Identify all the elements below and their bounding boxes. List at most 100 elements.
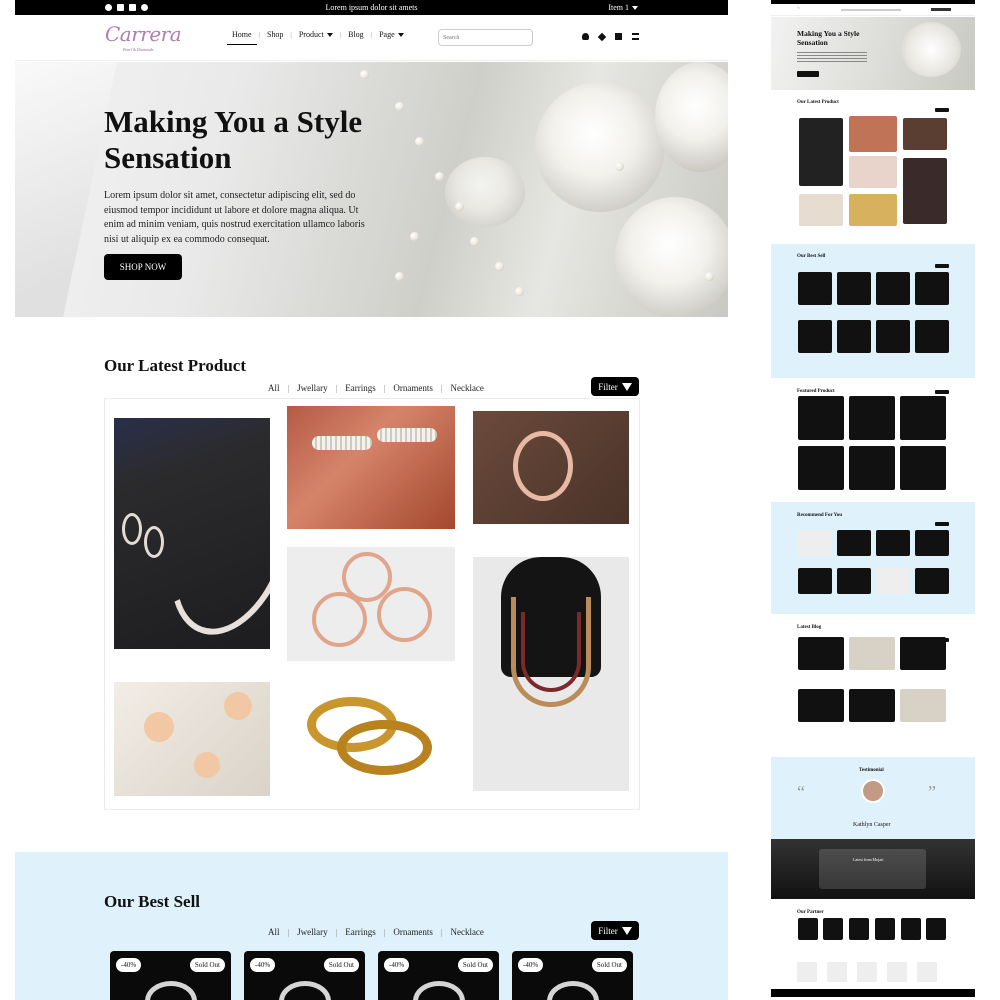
thumb-product-card <box>798 530 832 556</box>
cart-icon[interactable] <box>615 33 622 40</box>
thumb-blog-card <box>849 637 895 670</box>
thumb-product-card <box>876 320 910 353</box>
ring-shape <box>513 431 573 501</box>
thumb-product-image <box>903 158 947 224</box>
thumb-section-title: Our Best Sell <box>797 254 826 259</box>
thumb-section-title: Recommend For You <box>797 513 842 518</box>
item-selector[interactable]: Item 1 <box>608 3 638 12</box>
nav-item-blog[interactable]: Blog <box>341 30 371 39</box>
filter-tab-earrings[interactable]: Earrings <box>337 383 384 393</box>
thumb-partner-logo <box>798 918 818 940</box>
thumb-testimonial: Testimonial “ ” Kathlyn Casper <box>771 757 975 839</box>
thumb-product-image <box>799 118 843 186</box>
product-image-bridal-necklace[interactable] <box>473 557 629 791</box>
nav-item-page[interactable]: Page <box>372 30 411 39</box>
filter-tab-all[interactable]: All <box>260 927 288 937</box>
thumb-partner-logo <box>849 918 869 940</box>
thumb-product-card <box>798 568 832 594</box>
product-card[interactable]: -40% Sold Out <box>378 951 499 1000</box>
thumb-latest-blog: Latest Blog <box>771 622 975 747</box>
logo-tagline: Pearl & Diamonds <box>123 47 154 52</box>
nav-item-shop[interactable]: Shop <box>260 30 290 39</box>
product-card[interactable]: -40% Sold Out <box>512 951 633 1000</box>
logo-text: Carrera <box>105 22 182 46</box>
instagram-icon[interactable] <box>117 4 124 11</box>
facebook-icon[interactable] <box>105 4 112 11</box>
filter-tab-earrings[interactable]: Earrings <box>337 927 384 937</box>
menu-list-icon[interactable] <box>632 33 639 40</box>
heart-icon[interactable] <box>597 32 607 41</box>
product-image-anklets[interactable] <box>287 406 455 529</box>
product-card[interactable]: -40% Sold Out <box>244 951 365 1000</box>
thumb-logo: ~ <box>797 6 801 12</box>
ring-image <box>413 981 465 1000</box>
nav-item-home[interactable]: Home <box>225 30 259 45</box>
hero-description: Lorem ipsum dolor sit amet, consectetur … <box>104 190 365 245</box>
nav-label: Home <box>232 30 252 39</box>
thumb-testimonial-name: Kathlyn Casper <box>853 822 891 828</box>
logo[interactable]: Carrera Pearl & Diamonds <box>105 22 182 54</box>
thumb-hero-text <box>797 52 867 64</box>
thumb-filter-button <box>935 108 949 112</box>
thumb-nav-items <box>841 9 901 11</box>
earring-shape <box>144 526 164 558</box>
filter-button[interactable]: Filter <box>591 921 639 940</box>
thumb-blog-card <box>900 689 946 722</box>
thumb-partner-logo <box>875 918 895 940</box>
thumb-hero: Making You a Style Sensation <box>771 17 975 90</box>
pearl-decoration <box>515 287 524 296</box>
twitter-icon[interactable] <box>141 4 148 11</box>
filter-tab-jwellary[interactable]: Jwellary <box>289 383 336 393</box>
header-actions <box>582 32 639 41</box>
filter-tab-ornaments[interactable]: Ornaments <box>385 383 441 393</box>
anklet-shape <box>312 436 372 450</box>
product-image-rose-ring[interactable] <box>473 411 629 524</box>
thumb-filter-button <box>935 522 949 526</box>
main-page-preview: Lorem ipsum dolor sit amets Item 1 Carre… <box>15 0 728 1000</box>
pearl-decoration <box>410 232 419 241</box>
filter-tab-jwellary[interactable]: Jwellary <box>289 927 336 937</box>
user-icon[interactable] <box>582 33 589 40</box>
thumb-navbar: ~ <box>771 4 975 16</box>
flower-shape <box>194 752 220 778</box>
search-input[interactable] <box>438 29 533 46</box>
thumb-avatar <box>861 779 885 803</box>
thumb-footer-bar <box>771 989 975 997</box>
nav-label: Product <box>298 30 324 39</box>
thumb-product-card <box>849 446 895 490</box>
hero-rose-image <box>655 62 728 172</box>
thumb-product-card <box>798 320 832 353</box>
product-image-gold-bangles[interactable] <box>287 682 455 796</box>
filter-button[interactable]: Filter <box>591 377 639 396</box>
product-image-rings[interactable] <box>287 547 455 661</box>
product-image-pearl-embroidery[interactable] <box>114 682 270 796</box>
filter-tab-necklace[interactable]: Necklace <box>442 927 491 937</box>
necklace-shape <box>148 444 270 649</box>
thumb-product-card <box>837 568 871 594</box>
thumb-product-image <box>799 194 843 226</box>
thumb-hero-button <box>797 71 819 77</box>
product-image-necklace-set[interactable] <box>114 418 270 649</box>
thumb-partner: Our Partner <box>771 907 975 957</box>
ring-shape <box>377 587 432 642</box>
thumb-latest-product: Our Latest Product <box>771 96 975 236</box>
pearl-decoration <box>705 272 714 281</box>
nav-item-product[interactable]: Product <box>292 30 340 39</box>
thumb-product-image <box>849 116 897 152</box>
nav-label: Shop <box>266 30 284 39</box>
linkedin-icon[interactable] <box>129 4 136 11</box>
chevron-down-icon <box>326 32 333 37</box>
shop-now-button[interactable]: SHOP NOW <box>104 254 182 280</box>
filter-tab-necklace[interactable]: Necklace <box>442 383 491 393</box>
pearl-decoration <box>495 262 504 271</box>
sold-out-badge: Sold Out <box>323 958 359 972</box>
product-card[interactable]: -40% Sold Out <box>110 951 231 1000</box>
hero-title-line: Sensation <box>104 140 232 175</box>
thumb-product-card <box>798 446 844 490</box>
pearl-decoration <box>615 162 624 171</box>
thumb-newsletter-title: Latest from Mojari <box>853 857 884 862</box>
thumb-blog-card <box>798 689 844 722</box>
filter-tab-all[interactable]: All <box>260 383 288 393</box>
filter-tab-ornaments[interactable]: Ornaments <box>385 927 441 937</box>
thumb-footer-columns <box>797 962 947 982</box>
